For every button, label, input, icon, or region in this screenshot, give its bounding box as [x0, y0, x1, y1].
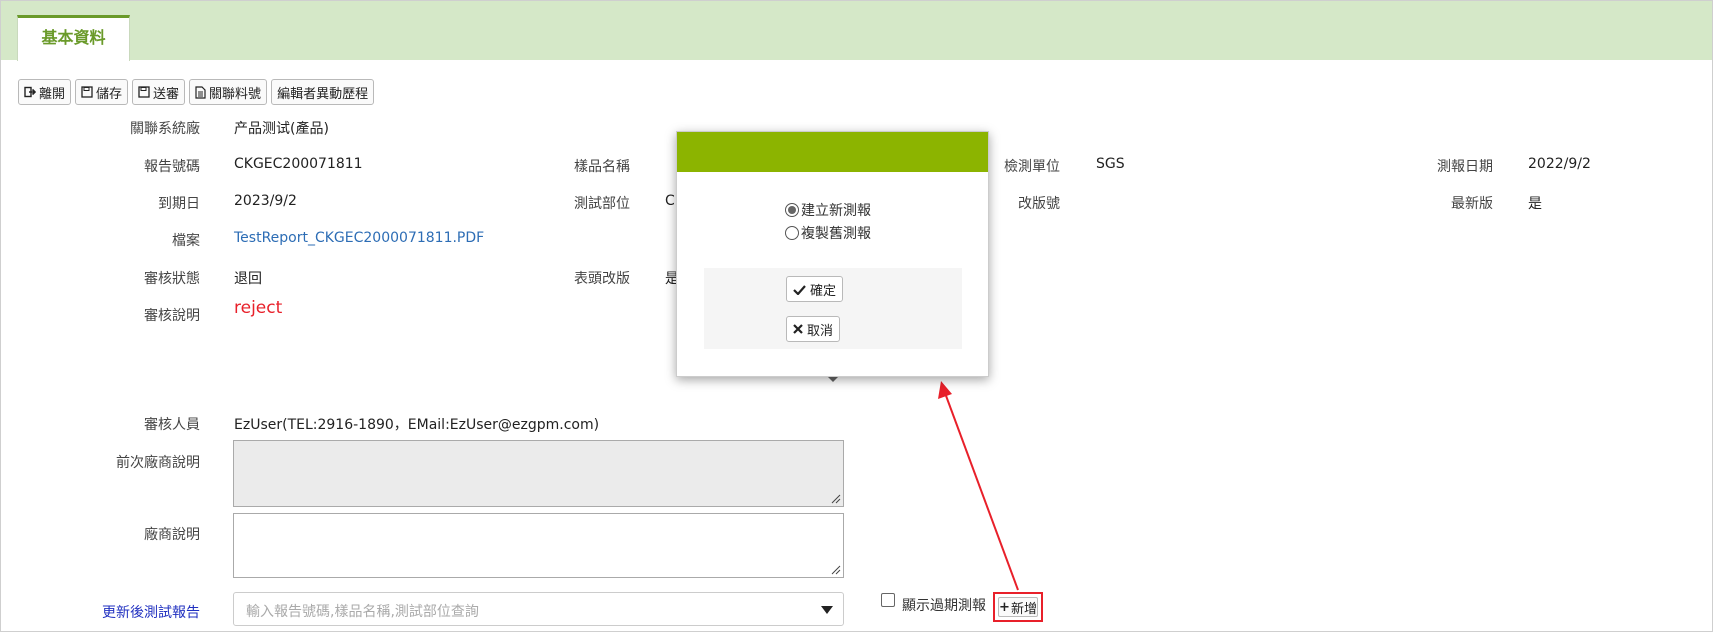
- new-report-dialog: 建立新測報 複製舊測報 確定 取消: [676, 131, 989, 377]
- confirm-button[interactable]: 確定: [786, 276, 844, 302]
- option-create-new-label: 建立新測報: [801, 203, 871, 219]
- confirm-label: 確定: [810, 283, 837, 299]
- check-icon: [793, 284, 806, 295]
- option-create-new[interactable]: 建立新測報: [785, 200, 871, 220]
- option-copy-old[interactable]: 複製舊測報: [785, 223, 871, 243]
- dialog-header: [677, 132, 988, 172]
- dialog-footer: 確定 取消: [704, 268, 962, 349]
- cancel-label: 取消: [807, 323, 834, 339]
- radio-copy-old[interactable]: [785, 226, 799, 240]
- cancel-button[interactable]: 取消: [786, 316, 841, 342]
- radio-create-new[interactable]: [785, 203, 799, 217]
- close-icon: [793, 324, 803, 334]
- option-copy-old-label: 複製舊測報: [801, 226, 871, 242]
